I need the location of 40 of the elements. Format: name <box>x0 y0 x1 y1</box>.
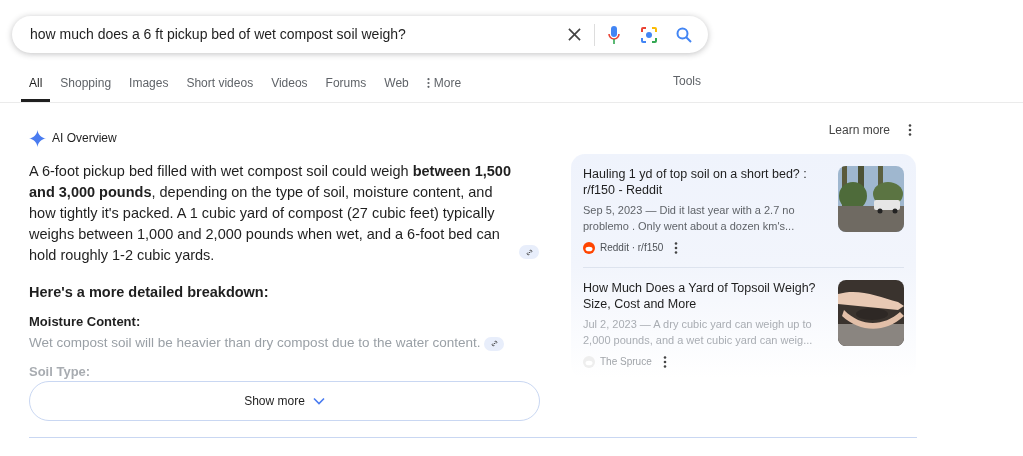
link-icon <box>490 339 499 349</box>
tab[interactable]: More <box>418 66 470 102</box>
breakdown-heading: Here's a more detailed breakdown: <box>29 283 270 302</box>
source-title[interactable]: Hauling 1 yd of top soil on a short bed? : r/f150 - Reddit <box>583 166 828 198</box>
tab[interactable]: All <box>21 66 51 102</box>
search-query: how much does a 6 ft pickup bed of wet compost soil weigh? <box>30 25 407 44</box>
source-site: The Spruce <box>600 355 652 369</box>
more-options-icon <box>426 77 430 88</box>
show-more-button[interactable]: Show more <box>29 381 540 421</box>
link-icon <box>524 247 534 257</box>
sparkle-icon <box>29 129 46 147</box>
more-options-icon[interactable] <box>662 355 667 368</box>
tab[interactable]: Web <box>376 66 417 102</box>
point-text: Wet compost soil will be heavier than dry compost due to the water content. <box>29 335 481 351</box>
link-button[interactable] <box>519 245 539 260</box>
tab[interactable]: Videos <box>263 66 316 102</box>
point-title: Moisture Content: <box>29 312 142 331</box>
section-title: AI Overview <box>52 130 117 147</box>
tab[interactable]: Images <box>121 66 177 102</box>
tab[interactable]: Shopping <box>52 66 120 102</box>
more-options-icon[interactable] <box>674 241 679 254</box>
camera-icon[interactable] <box>640 25 658 44</box>
learn-more-link[interactable]: Learn more <box>828 121 890 139</box>
chevron-down-icon <box>312 397 325 405</box>
close-icon[interactable] <box>568 28 581 41</box>
summary-text: A 6-foot pickup bed filled with wet compost soil could weigh between 1,500 and 3,000 pounds, depending on the type of soil, moisture content, and how tightly it's packed. A 1 cubic yard of compost (27 cubic feet) typically weighs between 1,000 and 2,000 pounds when wet, and a 6-foot bed can hold roughly 1-2 cubic yards. <box>29 162 512 265</box>
search-icon[interactable] <box>676 26 692 43</box>
more-options-icon[interactable] <box>908 124 912 136</box>
site-icon <box>583 241 595 254</box>
search-field[interactable]: how much does a 6 ft pickup bed of wet compost soil weigh? <box>12 16 708 53</box>
microphone-icon[interactable] <box>608 25 620 44</box>
source-snippet: Sep 5, 2023 — Did it last year with a 2.7 no problemo . Only went about a dozen km's... <box>583 203 796 234</box>
link-button[interactable] <box>484 336 505 351</box>
tab[interactable]: Short videos <box>178 66 262 102</box>
tools-button[interactable]: Tools <box>673 63 701 99</box>
source-snippet: Jul 2, 2023 — A dry cubic yard can weigh up to 2,000 pounds, and a wet cubic yard can weig... <box>583 317 814 348</box>
source-site: Reddit · r/f150 <box>600 241 664 255</box>
point-title: Soil Type: <box>29 362 92 381</box>
tab[interactable]: Forums <box>317 66 375 102</box>
source-title[interactable]: How Much Does a Yard of Topsoil Weigh? Size, Cost and More <box>583 280 828 312</box>
